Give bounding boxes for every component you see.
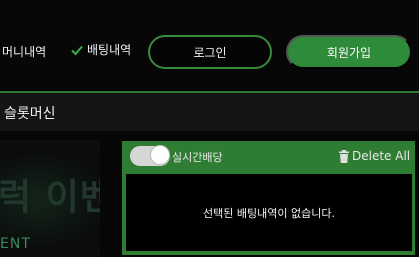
trash-icon (338, 149, 350, 163)
live-odds-label: 실시간배당 (172, 151, 223, 164)
delete-all-button[interactable]: Delete All (338, 149, 410, 163)
nav-betting-label: 배팅내역 (87, 43, 132, 57)
nav-money-history[interactable]: 머니내역 (2, 43, 46, 60)
login-button[interactable]: 로그인 (148, 35, 272, 69)
empty-betslip-message: 선택된 배팅내역이 없습니다. (203, 207, 335, 220)
page-title: 슬롯머신 (4, 106, 56, 122)
delete-all-label: Delete All (352, 149, 411, 163)
section-bar (0, 93, 419, 131)
check-icon (70, 43, 84, 57)
nav-betting-history[interactable]: 배팅내역 (70, 41, 131, 58)
banner-title: 럭 이벤 (0, 177, 100, 218)
toggle-knob[interactable] (150, 145, 170, 165)
banner-subtitle: ENT (0, 236, 31, 252)
signup-button[interactable]: 회원가입 (286, 35, 412, 69)
